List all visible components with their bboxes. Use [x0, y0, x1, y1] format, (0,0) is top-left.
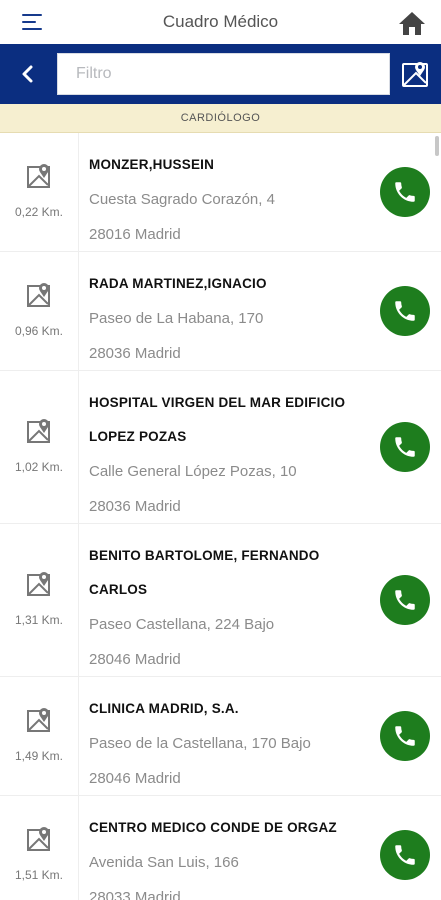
- map-pin-icon[interactable]: [25, 570, 53, 598]
- provider-address: Paseo Castellana, 224 Bajo: [89, 616, 275, 633]
- back-button[interactable]: [14, 60, 42, 88]
- provider-address: Cuesta Sagrado Corazón, 4: [89, 191, 275, 208]
- phone-icon: [395, 845, 415, 865]
- search-bar: [0, 44, 441, 104]
- list-item[interactable]: 1,31 Km. BENITO BARTOLOME, FERNANDO CARL…: [0, 524, 441, 677]
- phone-icon: [395, 301, 415, 321]
- scrollbar-thumb[interactable]: [435, 136, 439, 156]
- provider-address: Calle General López Pozas, 10: [89, 463, 297, 480]
- home-icon[interactable]: [398, 10, 426, 36]
- list-item[interactable]: 0,22 Km. MONZER,HUSSEIN Cuesta Sagrado C…: [0, 133, 441, 252]
- provider-postal-code: 28036 Madrid: [89, 498, 181, 515]
- provider-address: Avenida San Luis, 166: [89, 854, 239, 871]
- call-button[interactable]: [380, 575, 430, 625]
- provider-name: CLINICA MADRID, S.A.: [89, 701, 239, 716]
- provider-postal-code: 28016 Madrid: [89, 226, 181, 243]
- specialty-header: CARDIÓLOGO: [0, 104, 441, 133]
- list-item[interactable]: 1,49 Km. CLINICA MADRID, S.A. Paseo de l…: [0, 677, 441, 796]
- provider-postal-code: 28046 Madrid: [89, 770, 181, 787]
- distance-label: 1,31 Km.: [14, 613, 64, 627]
- distance-cell: 1,51 Km.: [0, 796, 79, 900]
- list-item[interactable]: 1,51 Km. CENTRO MEDICO CONDE DE ORGAZ Av…: [0, 796, 441, 900]
- distance-label: 1,51 Km.: [14, 868, 64, 882]
- results-list: 0,22 Km. MONZER,HUSSEIN Cuesta Sagrado C…: [0, 133, 441, 900]
- phone-icon: [395, 437, 415, 457]
- phone-icon: [395, 182, 415, 202]
- phone-icon: [395, 726, 415, 746]
- map-icon: [402, 62, 428, 87]
- map-button[interactable]: [400, 59, 430, 89]
- provider-address: Paseo de La Habana, 170: [89, 310, 264, 327]
- filter-input[interactable]: [57, 53, 390, 95]
- map-pin-icon[interactable]: [25, 417, 53, 445]
- provider-name: BENITO BARTOLOME, FERNANDO: [89, 548, 320, 563]
- provider-name: MONZER,HUSSEIN: [89, 157, 215, 172]
- distance-label: 1,49 Km.: [14, 749, 64, 763]
- map-pin-icon[interactable]: [25, 162, 53, 190]
- distance-label: 0,22 Km.: [14, 205, 64, 219]
- call-button[interactable]: [380, 422, 430, 472]
- call-button[interactable]: [380, 286, 430, 336]
- chevron-left-icon: [22, 65, 33, 83]
- page-title: Cuadro Médico: [162, 12, 279, 31]
- distance-cell: 0,22 Km.: [0, 133, 79, 251]
- map-pin-icon[interactable]: [25, 706, 53, 734]
- map-pin-icon[interactable]: [25, 281, 53, 309]
- provider-name-continued: CARLOS: [89, 582, 148, 597]
- top-app-bar: Cuadro Médico: [0, 0, 441, 44]
- provider-name: RADA MARTINEZ,IGNACIO: [89, 276, 267, 291]
- distance-label: 1,02 Km.: [14, 460, 64, 474]
- provider-postal-code: 28036 Madrid: [89, 345, 181, 362]
- distance-cell: 1,31 Km.: [0, 524, 79, 676]
- distance-cell: 1,49 Km.: [0, 677, 79, 795]
- provider-address: Paseo de la Castellana, 170 Bajo: [89, 735, 311, 752]
- provider-postal-code: 28046 Madrid: [89, 651, 181, 668]
- list-item[interactable]: 0,96 Km. RADA MARTINEZ,IGNACIO Paseo de …: [0, 252, 441, 371]
- provider-name: CENTRO MEDICO CONDE DE ORGAZ: [89, 820, 337, 835]
- distance-cell: 0,96 Km.: [0, 252, 79, 370]
- provider-name: HOSPITAL VIRGEN DEL MAR EDIFICIO: [89, 395, 346, 410]
- call-button[interactable]: [380, 167, 430, 217]
- map-pin-icon[interactable]: [25, 825, 53, 853]
- provider-postal-code: 28033 Madrid: [89, 889, 181, 900]
- distance-label: 0,96 Km.: [14, 324, 64, 338]
- list-item[interactable]: 1,02 Km. HOSPITAL VIRGEN DEL MAR EDIFICI…: [0, 371, 441, 524]
- call-button[interactable]: [380, 711, 430, 761]
- provider-name-continued: LOPEZ POZAS: [89, 429, 187, 444]
- call-button[interactable]: [380, 830, 430, 880]
- distance-cell: 1,02 Km.: [0, 371, 79, 523]
- phone-icon: [395, 590, 415, 610]
